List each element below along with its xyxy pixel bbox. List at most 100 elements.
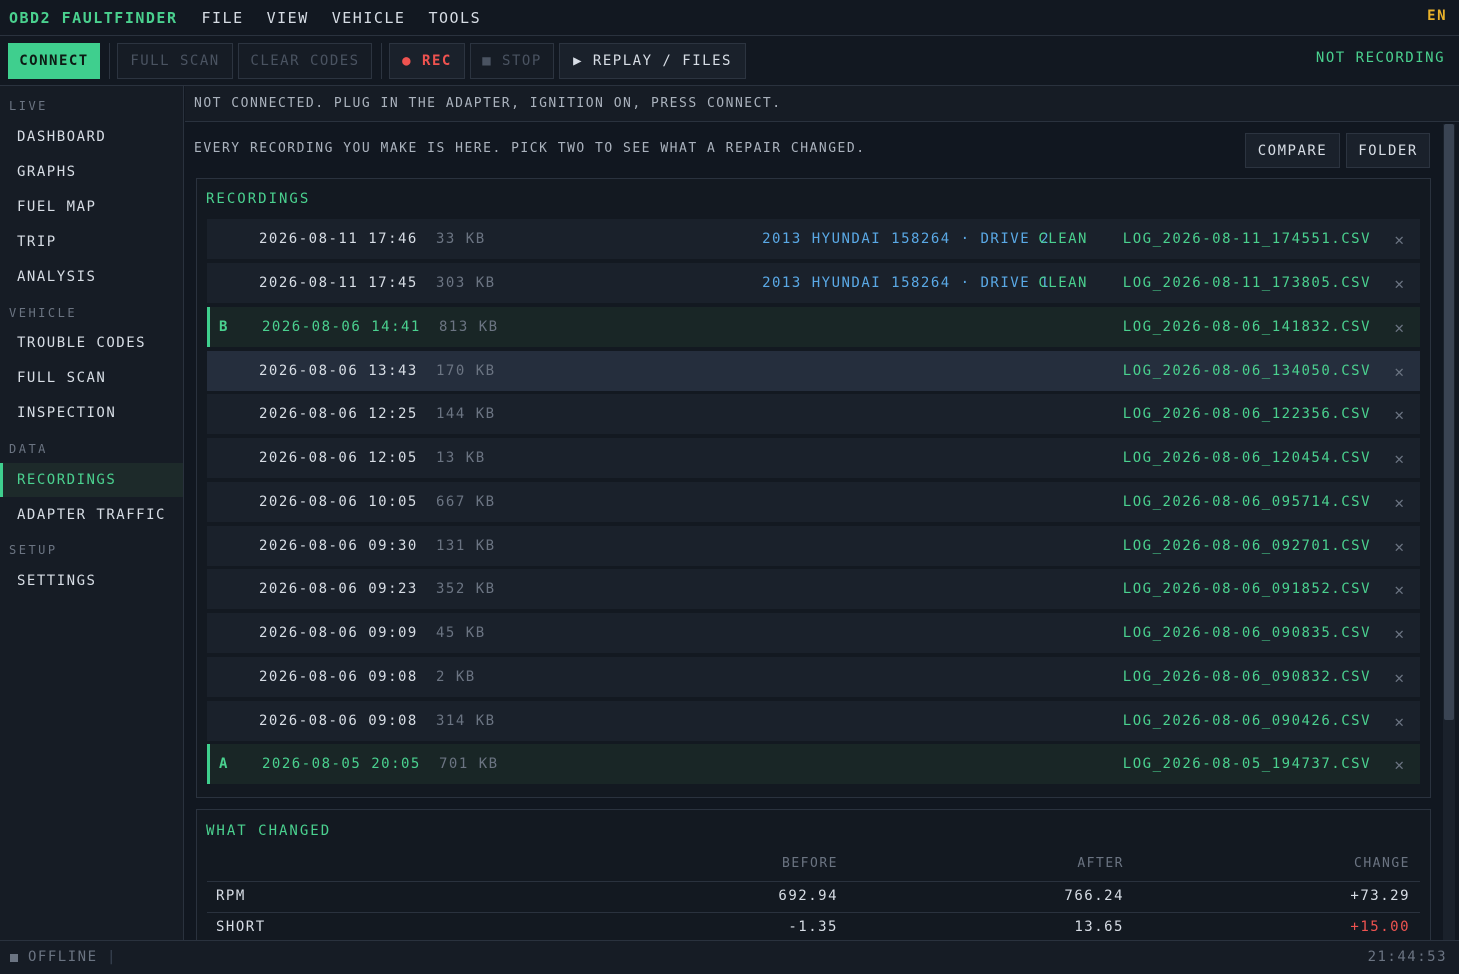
- recording-row[interactable]: 2026-08-11 17:46 33 KB 2013 HYUNDAI 158264…: [207, 219, 1420, 259]
- recording-row[interactable]: 2026-08-06 13:43 170 KB LOG_2026-08-06_134…: [207, 351, 1420, 391]
- recording-row[interactable]: 2026-08-06 09:08 314 KB LOG_2026-08-06_090…: [207, 701, 1420, 741]
- recording-size: 314 KB: [436, 713, 496, 729]
- folder-button[interactable]: FOLDER: [1346, 133, 1430, 168]
- recording-size: 33 KB: [436, 231, 486, 247]
- recording-date: 2026-08-11 17:45: [259, 275, 418, 291]
- delete-recording-icon[interactable]: ✕: [1394, 493, 1404, 512]
- recording-filename: LOG_2026-08-06_095714.CSV: [1122, 494, 1371, 510]
- delete-recording-icon[interactable]: ✕: [1394, 755, 1404, 774]
- nav-item-trip[interactable]: TRIP: [0, 225, 183, 259]
- toolbar-divider: [109, 42, 110, 79]
- recording-status: NOT RECORDING: [1315, 50, 1445, 66]
- stop-button[interactable]: ■ STOP: [470, 42, 554, 79]
- recording-size: 131 KB: [436, 538, 496, 554]
- recordings-panel: RECORDINGS 2026-08-11 17:46 33 KB 2013 HYU…: [196, 178, 1431, 798]
- recording-size: 303 KB: [436, 275, 496, 291]
- nav-item-adapter-traffic[interactable]: ADAPTER TRAFFIC: [0, 498, 183, 532]
- delete-recording-icon[interactable]: ✕: [1394, 712, 1404, 731]
- recording-row[interactable]: 2026-08-06 09:30 131 KB LOG_2026-08-06_092…: [207, 526, 1420, 566]
- clear-codes-button[interactable]: CLEAR CODES: [238, 42, 372, 79]
- delete-recording-icon[interactable]: ✕: [1394, 449, 1404, 468]
- metric-change: +73.29: [1350, 888, 1410, 904]
- nav-item-analysis[interactable]: ANALYSIS: [0, 260, 183, 294]
- recording-mark: A: [219, 756, 229, 772]
- menu-view[interactable]: VIEW: [267, 9, 309, 27]
- scrollbar-thumb[interactable]: [1444, 124, 1454, 720]
- column-header-change: CHANGE: [1354, 856, 1410, 871]
- nav-item-settings[interactable]: SETTINGS: [0, 564, 183, 598]
- connection-status-bar: NOT CONNECTED. PLUG IN THE ADAPTER, IGNI…: [185, 86, 1459, 122]
- change-row: RPM 692.94 766.24 +73.29: [207, 881, 1420, 912]
- compare-button[interactable]: COMPARE: [1245, 133, 1340, 168]
- nav-section-setup: SETUP: [9, 543, 58, 557]
- recording-size: 813 KB: [439, 319, 499, 335]
- record-button[interactable]: ● REC: [389, 42, 465, 79]
- recordings-intro: EVERY RECORDING YOU MAKE IS HERE. PICK T…: [194, 141, 866, 156]
- nav-section-data: DATA: [9, 442, 48, 456]
- sidebar: LIVE DASHBOARD GRAPHS FUEL MAP TRIP ANAL…: [0, 86, 184, 940]
- nav-item-dashboard[interactable]: DASHBOARD: [0, 120, 183, 154]
- recording-row[interactable]: 2026-08-06 09:09 45 KB LOG_2026-08-06_0908…: [207, 613, 1420, 653]
- app-title: OBD2 FAULTFINDER: [9, 8, 178, 27]
- nav-item-full-scan[interactable]: FULL SCAN: [0, 361, 183, 395]
- status-bar: OFFLINE | 21:44:53: [0, 940, 1459, 974]
- language-toggle[interactable]: EN: [1427, 8, 1447, 24]
- menu-vehicle[interactable]: VEHICLE: [332, 9, 406, 27]
- recording-filename: LOG_2026-08-05_194737.CSV: [1122, 756, 1371, 772]
- recording-size: 2 KB: [436, 669, 476, 685]
- recording-row[interactable]: 2026-08-06 09:08 2 KB LOG_2026-08-06_09083…: [207, 657, 1420, 697]
- delete-recording-icon[interactable]: ✕: [1394, 537, 1404, 556]
- recording-date: 2026-08-06 12:05: [259, 450, 418, 466]
- connect-button[interactable]: CONNECT: [8, 42, 100, 79]
- nav-item-recordings[interactable]: RECORDINGS: [0, 463, 183, 497]
- delete-recording-icon[interactable]: ✕: [1394, 580, 1404, 599]
- delete-recording-icon[interactable]: ✕: [1394, 362, 1404, 381]
- recording-row[interactable]: 2026-08-06 12:05 13 KB LOG_2026-08-06_1204…: [207, 438, 1420, 478]
- nav-section-vehicle: VEHICLE: [9, 306, 78, 320]
- recording-row[interactable]: 2026-08-11 17:45 303 KB 2013 HYUNDAI 15826…: [207, 263, 1420, 303]
- replay-files-button[interactable]: ▶ REPLAY / FILES: [559, 42, 746, 79]
- recording-date: 2026-08-06 09:08: [259, 713, 418, 729]
- nav-item-trouble-codes[interactable]: TROUBLE CODES: [0, 326, 183, 360]
- delete-recording-icon[interactable]: ✕: [1394, 230, 1404, 249]
- recording-size: 13 KB: [436, 450, 486, 466]
- column-header-before: BEFORE: [782, 856, 838, 871]
- scrollbar[interactable]: [1443, 124, 1455, 940]
- recording-row[interactable]: A 2026-08-05 20:05 701 KB LOG_2026-08-05_19…: [207, 744, 1420, 784]
- recordings-title: RECORDINGS: [206, 191, 311, 207]
- recording-filename: LOG_2026-08-06_090835.CSV: [1122, 625, 1371, 641]
- recording-size: 701 KB: [439, 756, 499, 772]
- menu-file[interactable]: FILE: [202, 9, 244, 27]
- recording-date: 2026-08-06 09:08: [259, 669, 418, 685]
- metric-before: 692.94: [778, 888, 838, 904]
- recording-filename: LOG_2026-08-06_091852.CSV: [1122, 581, 1371, 597]
- recording-filename: LOG_2026-08-06_134050.CSV: [1122, 363, 1371, 379]
- recording-row[interactable]: B 2026-08-06 14:41 813 KB LOG_2026-08-06_14…: [207, 307, 1420, 347]
- delete-recording-icon[interactable]: ✕: [1394, 274, 1404, 293]
- metric-name: SHORT: [216, 919, 266, 935]
- nav-item-fuel-map[interactable]: FUEL MAP: [0, 190, 183, 224]
- metric-after: 766.24: [1064, 888, 1124, 904]
- nav-item-graphs[interactable]: GRAPHS: [0, 155, 183, 189]
- recording-date: 2026-08-06 14:41: [262, 319, 421, 335]
- menu-tools[interactable]: TOOLS: [428, 9, 481, 27]
- column-header-after: AFTER: [1077, 856, 1124, 871]
- recording-row[interactable]: 2026-08-06 09:23 352 KB LOG_2026-08-06_091…: [207, 569, 1420, 609]
- delete-recording-icon[interactable]: ✕: [1394, 624, 1404, 643]
- full-scan-button[interactable]: FULL SCAN: [117, 42, 233, 79]
- status-separator: |: [107, 949, 117, 965]
- recording-row[interactable]: 2026-08-06 12:25 144 KB LOG_2026-08-06_122…: [207, 394, 1420, 434]
- toolbar: CONNECT FULL SCAN CLEAR CODES ● REC ■ ST…: [0, 36, 1459, 86]
- delete-recording-icon[interactable]: ✕: [1394, 405, 1404, 424]
- recording-date: 2026-08-05 20:05: [262, 756, 421, 772]
- delete-recording-icon[interactable]: ✕: [1394, 668, 1404, 687]
- metric-before: -1.35: [788, 919, 838, 935]
- connection-state: OFFLINE: [28, 949, 98, 965]
- recording-date: 2026-08-11 17:46: [259, 231, 418, 247]
- what-changed-panel: WHAT CHANGED BEFORE AFTER CHANGE RPM 692.…: [196, 809, 1431, 949]
- delete-recording-icon[interactable]: ✕: [1394, 318, 1404, 337]
- recording-filename: LOG_2026-08-11_173805.CSV: [1122, 275, 1371, 291]
- recording-row[interactable]: 2026-08-06 10:05 667 KB LOG_2026-08-06_095…: [207, 482, 1420, 522]
- metric-after: 13.65: [1074, 919, 1124, 935]
- nav-item-inspection[interactable]: INSPECTION: [0, 396, 183, 430]
